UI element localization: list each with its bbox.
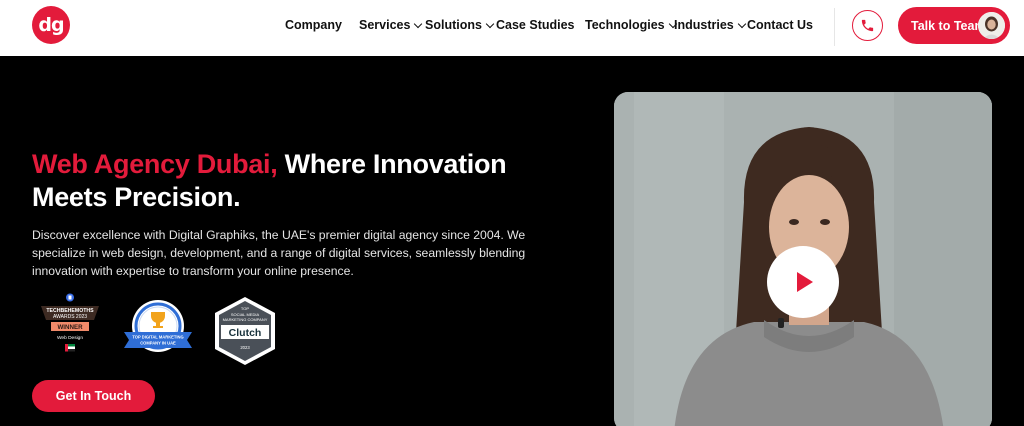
nav-item-technologies[interactable]: Technologies: [585, 18, 677, 32]
phone-button[interactable]: [852, 10, 883, 41]
nav-label: Company: [285, 18, 342, 32]
top-agency-award-badge: TOP DIGITAL MARKETING COMPANY IN UAE: [120, 298, 196, 360]
clutch-award-badge: TOP SOCIAL MEDIA MARKETING COMPANY Clutc…: [212, 295, 278, 367]
get-in-touch-button[interactable]: Get In Touch: [32, 380, 155, 412]
hero-title-accent: Web Agency Dubai,: [32, 149, 278, 179]
chevron-down-icon: [414, 19, 423, 28]
nav-label: Solutions: [425, 18, 482, 32]
avatar: [978, 12, 1005, 39]
hero-description: Discover excellence with Digital Graphik…: [32, 228, 526, 278]
clutch-year: 2023: [240, 345, 250, 350]
header-divider: [834, 8, 835, 46]
nav-label: Technologies: [585, 18, 665, 32]
techbehemoths-award-badge: TECHBEHEMOTHS AWARDS 2023 WINNER Web Des…: [36, 293, 104, 361]
play-button[interactable]: [767, 246, 839, 318]
hero-video[interactable]: [614, 92, 992, 426]
site-header: dg Company Services Solutions Case Studi…: [0, 0, 1024, 56]
talk-to-team-button[interactable]: Talk to Team: [898, 7, 1010, 44]
play-icon: [797, 272, 813, 292]
nav-item-contact-us[interactable]: Contact Us: [747, 18, 813, 32]
clutch-top: TOP: [241, 306, 249, 311]
nav-label: Industries: [674, 18, 734, 32]
nav-item-solutions[interactable]: Solutions: [425, 18, 495, 32]
award-line2: AWARDS 2023: [53, 314, 87, 320]
svg-text:COMPANY IN UAE: COMPANY IN UAE: [140, 341, 176, 346]
clutch-name: Clutch: [229, 327, 262, 339]
nav-item-services[interactable]: Services: [359, 18, 423, 32]
logo[interactable]: dg: [32, 6, 70, 44]
nav-label: Contact Us: [747, 18, 813, 32]
hero-title: Web Agency Dubai, Where Innovation Meets…: [32, 148, 552, 214]
logo-text: dg: [38, 14, 64, 36]
chevron-down-icon: [485, 19, 495, 28]
clutch-line2: MARKETING COMPANY: [223, 317, 268, 322]
talk-to-team-label: Talk to Team: [911, 18, 986, 33]
award-category: Web Design: [57, 335, 83, 341]
nav-label: Case Studies: [496, 18, 575, 32]
phone-icon: [861, 19, 874, 32]
nav-label: Services: [359, 18, 411, 32]
nav-item-company[interactable]: Company: [285, 18, 342, 32]
svg-text:TOP DIGITAL MARKETING: TOP DIGITAL MARKETING: [132, 335, 183, 340]
nav-item-case-studies[interactable]: Case Studies: [496, 18, 575, 32]
award-badge: WINNER: [57, 324, 83, 331]
nav-item-industries[interactable]: Industries: [674, 18, 746, 32]
chevron-down-icon: [737, 19, 746, 28]
get-in-touch-label: Get In Touch: [55, 389, 132, 403]
